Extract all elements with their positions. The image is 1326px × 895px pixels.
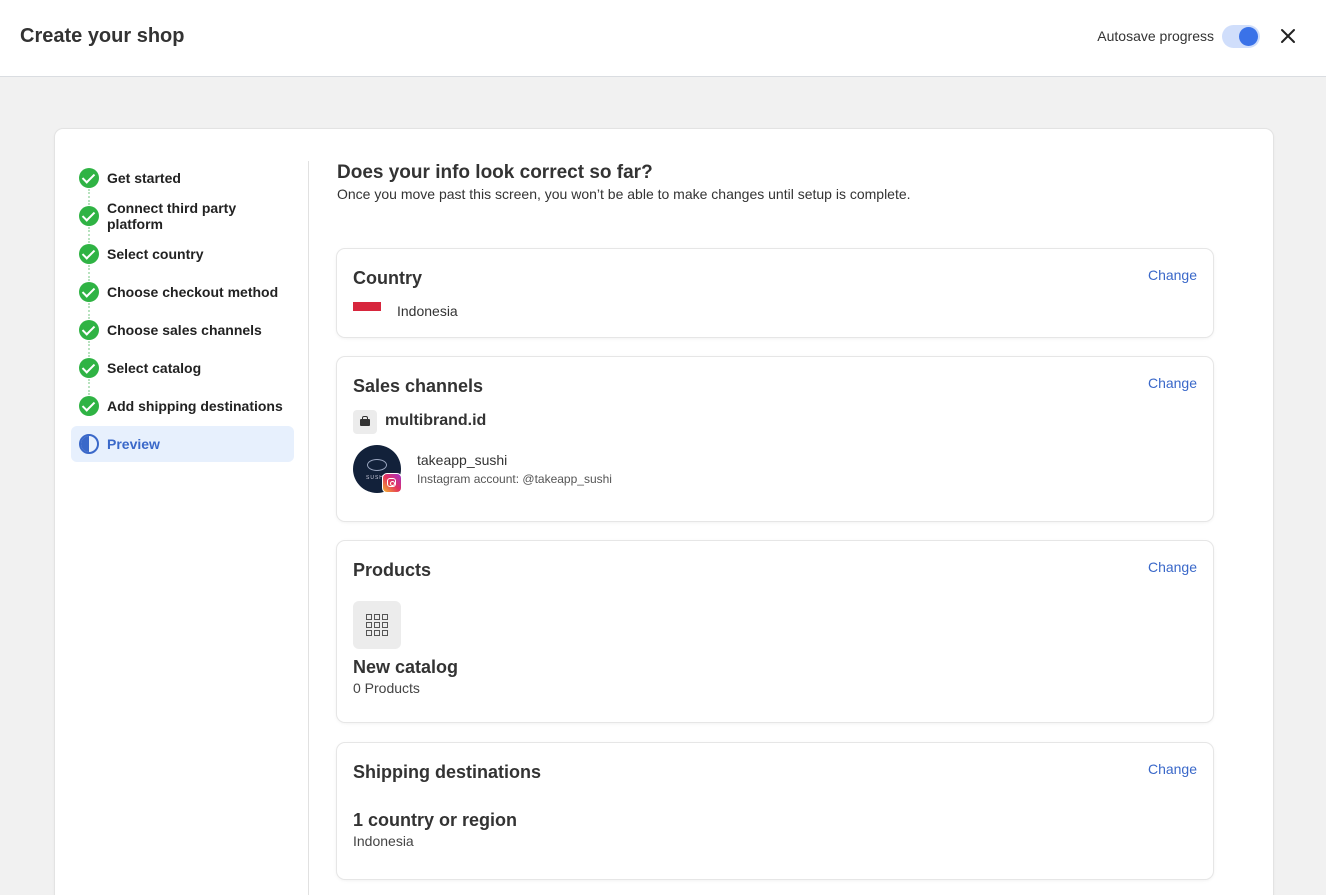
step-connect-platform[interactable]: Connect third party platform: [71, 197, 294, 243]
step-label: Select catalog: [107, 360, 202, 376]
change-shipping-link[interactable]: Change: [1148, 761, 1197, 777]
indonesia-flag-icon: [353, 302, 381, 320]
products-section: Products Change New catalog 0 Products: [337, 541, 1213, 722]
step-shipping-destinations[interactable]: Add shipping destinations: [71, 387, 294, 425]
check-circle-icon: [79, 282, 99, 302]
shipping-count: 1 country or region: [353, 810, 518, 830]
step-label: Select country: [107, 246, 204, 262]
autosave-label: Autosave progress: [1097, 28, 1214, 44]
step-sales-channels[interactable]: Choose sales channels: [71, 311, 294, 357]
shop-name: multibrand.id: [385, 412, 487, 429]
section-title: Shipping destinations: [353, 762, 541, 782]
step-select-catalog[interactable]: Select catalog: [71, 349, 294, 395]
shipping-section: Shipping destinations Change 1 country o…: [337, 743, 1213, 879]
main-heading: Does your info look correct so far?: [337, 162, 653, 183]
country-section: Country Change Indonesia: [337, 249, 1213, 337]
step-checkout-method[interactable]: Choose checkout method: [71, 273, 294, 319]
country-name: Indonesia: [397, 303, 458, 319]
change-products-link[interactable]: Change: [1148, 559, 1197, 575]
step-label: Get started: [107, 170, 181, 186]
step-label: Choose sales channels: [107, 322, 262, 338]
instagram-account: Instagram account: @takeapp_sushi: [417, 472, 612, 486]
shipping-country: Indonesia: [353, 833, 414, 849]
check-circle-icon: [79, 168, 99, 188]
change-country-link[interactable]: Change: [1148, 267, 1197, 283]
step-label: Connect third party platform: [107, 200, 237, 232]
check-circle-icon: [79, 244, 99, 264]
section-title: Country: [353, 268, 422, 288]
section-title: Products: [353, 560, 432, 580]
sales-channels-section: Sales channels Change multibrand.id SUSH…: [337, 357, 1213, 521]
toggle-knob: [1239, 27, 1258, 46]
change-sales-channels-link[interactable]: Change: [1148, 375, 1197, 391]
step-select-country[interactable]: Select country: [71, 235, 294, 281]
close-icon[interactable]: [1276, 24, 1300, 48]
check-circle-icon: [79, 320, 99, 340]
steps-sidebar: Get started Connect third party platform…: [71, 159, 294, 462]
section-title: Sales channels: [353, 376, 484, 396]
half-circle-icon: [79, 434, 99, 454]
step-label: Choose checkout method: [107, 284, 279, 300]
step-preview[interactable]: Preview: [71, 426, 294, 462]
check-circle-icon: [79, 358, 99, 378]
page-title: Create your shop: [20, 25, 185, 47]
top-bar: Create your shop Autosave progress: [0, 0, 1326, 77]
step-get-started[interactable]: Get started: [71, 159, 294, 205]
catalog-count: 0 Products: [353, 680, 420, 696]
instagram-name: takeapp_sushi: [417, 452, 508, 468]
step-label: Preview: [107, 436, 160, 452]
shop-icon: [353, 410, 377, 434]
catalog-grid-icon: [353, 601, 401, 649]
check-circle-icon: [79, 396, 99, 416]
step-label: Add shipping destinations: [107, 398, 283, 414]
instagram-icon: [382, 473, 402, 493]
catalog-name: New catalog: [353, 657, 459, 677]
autosave-toggle[interactable]: [1222, 25, 1260, 48]
main-subheading: Once you move past this screen, you won’…: [337, 186, 911, 202]
sidebar-divider: [308, 161, 309, 895]
check-circle-icon: [79, 206, 99, 226]
